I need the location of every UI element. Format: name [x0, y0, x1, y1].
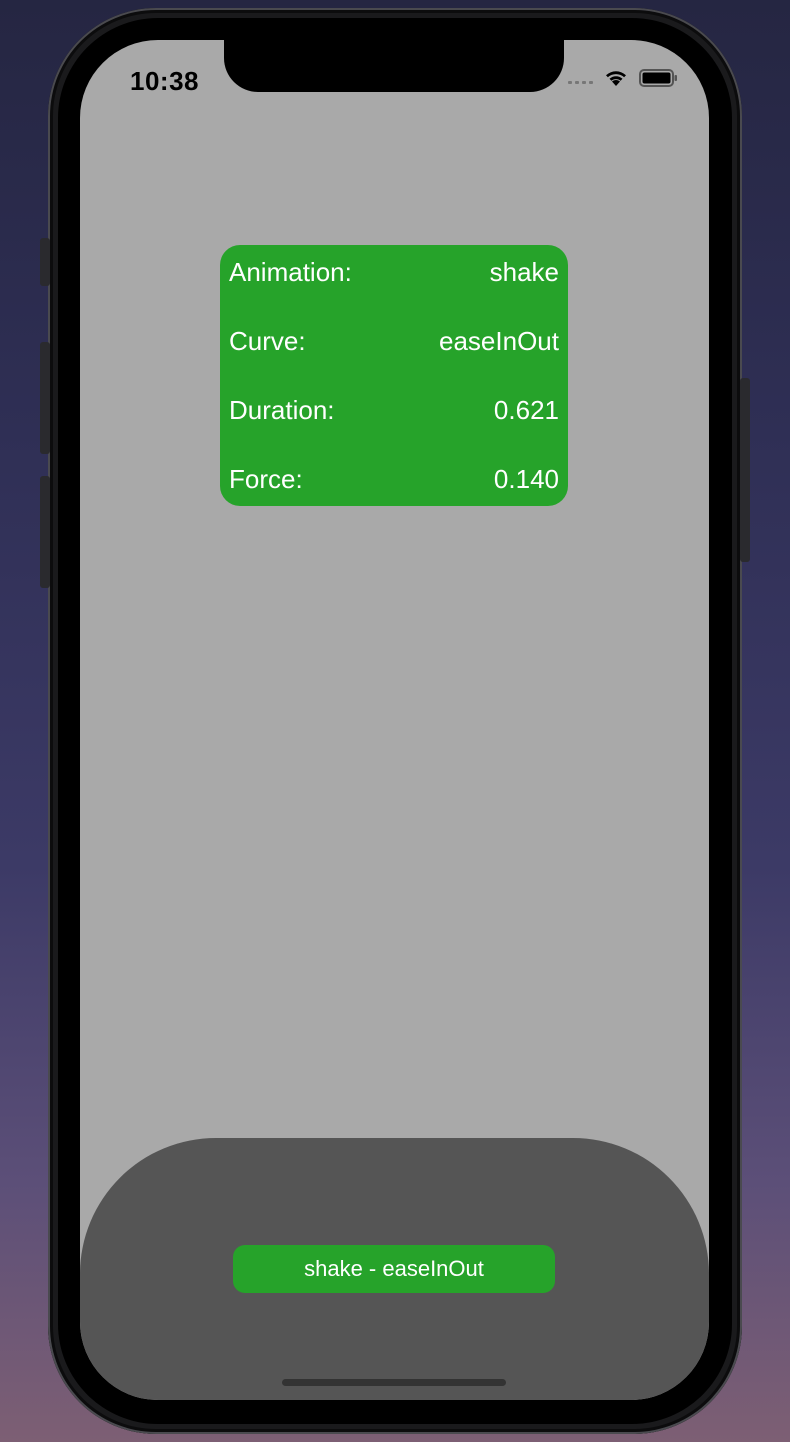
cellular-signal-icon	[568, 72, 593, 84]
force-label: Force:	[229, 463, 303, 494]
volume-up-button	[40, 342, 50, 454]
volume-down-button	[40, 476, 50, 588]
power-button	[740, 378, 750, 562]
animation-label: Animation:	[229, 256, 352, 287]
battery-icon	[639, 68, 679, 88]
info-row-animation: Animation: shake	[229, 255, 559, 289]
curve-label: Curve:	[229, 325, 306, 356]
silent-switch	[40, 238, 50, 286]
duration-label: Duration:	[229, 394, 335, 425]
app-screen: 10:38 Animation: shake Curve: easeInOut …	[80, 40, 709, 1400]
info-row-force: Force: 0.140	[229, 462, 559, 496]
notch	[224, 40, 564, 92]
animate-button[interactable]: shake - easeInOut	[233, 1245, 555, 1293]
info-row-duration: Duration: 0.621	[229, 393, 559, 427]
force-value: 0.140	[493, 463, 559, 494]
animation-info-card: Animation: shake Curve: easeInOut Durati…	[220, 245, 568, 506]
animation-value: shake	[489, 256, 559, 287]
status-time: 10:38	[130, 66, 199, 96]
info-row-curve: Curve: easeInOut	[229, 324, 559, 358]
status-icons	[568, 68, 679, 88]
home-indicator[interactable]	[282, 1379, 506, 1386]
wifi-icon	[603, 68, 629, 88]
curve-value: easeInOut	[439, 325, 559, 356]
duration-value: 0.621	[493, 394, 559, 425]
